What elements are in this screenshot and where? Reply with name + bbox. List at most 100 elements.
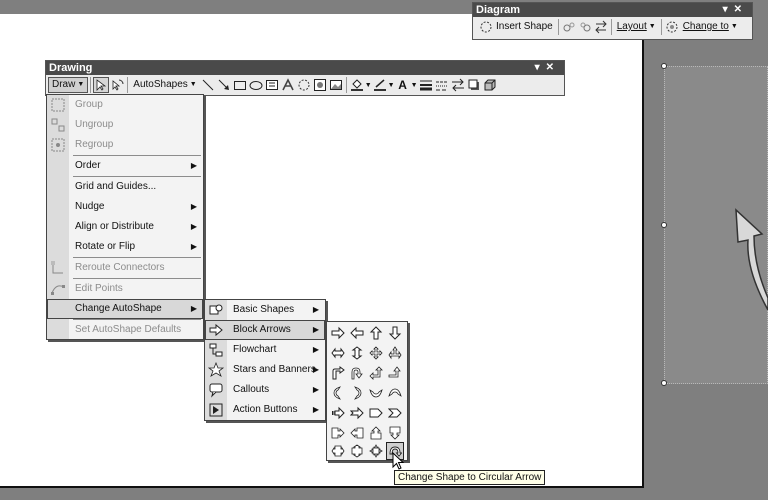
menu-item-change-autoshape[interactable]: Change AutoShape ▶ [47, 299, 203, 319]
menu-item-order[interactable]: Order ▶ [47, 156, 203, 176]
striped-right-arrow-icon[interactable] [329, 404, 347, 422]
curved-up-arrow-icon[interactable] [367, 384, 385, 402]
circular-arrow-shape[interactable] [718, 200, 768, 310]
submenu-arrow-icon: ▶ [190, 304, 197, 313]
menu-item-group[interactable]: Group [47, 95, 203, 115]
clipart-icon[interactable] [312, 77, 328, 93]
menu-item-label: Grid and Guides... [75, 181, 157, 192]
drawing-toolbar-title[interactable]: Drawing ▾✕ [46, 61, 564, 75]
resize-handle[interactable] [661, 380, 667, 386]
diagram-icon[interactable] [296, 77, 312, 93]
menu-item-stars-and-banners[interactable]: Stars and Banners ▶ [205, 360, 325, 380]
up-arrow-icon[interactable] [367, 324, 385, 342]
diagram-toolbar-title[interactable]: Diagram ▾✕ [473, 3, 752, 17]
pentagon-arrow-icon[interactable] [367, 404, 385, 422]
right-arrow-callout-icon[interactable] [329, 424, 347, 442]
draw-menu-button[interactable]: Draw ▼ [48, 77, 89, 93]
resize-handle[interactable] [661, 63, 667, 69]
reroute-connectors-icon [50, 260, 66, 276]
submenu-arrow-icon: ▶ [190, 202, 197, 211]
oval-icon[interactable] [248, 77, 264, 93]
submenu-arrow-icon: ▶ [190, 161, 197, 170]
down-arrow-icon[interactable] [386, 324, 404, 342]
toolbar-window-controls[interactable]: ▾✕ [723, 3, 748, 17]
notched-right-arrow-icon[interactable] [348, 404, 366, 422]
quad-arrow-icon[interactable] [367, 344, 385, 362]
dropdown-arrow-icon[interactable]: ▼ [411, 82, 418, 89]
wordart-icon[interactable] [280, 77, 296, 93]
menu-item-regroup[interactable]: Regroup [47, 135, 203, 155]
menu-item-nudge[interactable]: Nudge ▶ [47, 197, 203, 217]
shadow-icon[interactable] [466, 77, 482, 93]
menu-item-label: Ungroup [75, 119, 114, 130]
regroup-icon [50, 137, 66, 153]
reverse-diagram-icon[interactable] [593, 19, 609, 35]
curved-right-arrow-icon[interactable] [329, 384, 347, 402]
line-style-icon[interactable] [418, 77, 434, 93]
edit-points-icon [50, 281, 66, 297]
toolbar-window-controls[interactable]: ▾✕ [535, 61, 560, 75]
left-right-up-arrow-icon[interactable] [386, 344, 404, 362]
resize-handle[interactable] [661, 222, 667, 228]
menu-item-rotate-or-flip[interactable]: Rotate or Flip ▶ [47, 237, 203, 257]
down-arrow-callout-icon[interactable] [386, 424, 404, 442]
up-down-arrow-icon[interactable] [348, 344, 366, 362]
menu-item-block-arrows[interactable]: Block Arrows ▶ [205, 320, 325, 340]
autoshape-submenu: Basic Shapes ▶ Block Arrows ▶ Flowchart … [204, 299, 326, 421]
3d-style-icon[interactable] [482, 77, 498, 93]
layout-dropdown[interactable]: Layout ▼ [614, 19, 659, 35]
left-arrow-icon[interactable] [348, 324, 366, 342]
left-arrow-callout-icon[interactable] [348, 424, 366, 442]
menu-item-reroute-connectors[interactable]: Reroute Connectors [47, 258, 203, 278]
menu-item-edit-points[interactable]: Edit Points [47, 279, 203, 299]
chevron-arrow-icon[interactable] [386, 404, 404, 422]
line-icon[interactable] [200, 77, 216, 93]
menu-item-label: Edit Points [75, 283, 123, 294]
change-to-dropdown[interactable]: Change to ▼ [680, 19, 741, 35]
quad-arrow-callout-icon[interactable] [367, 442, 385, 460]
menu-item-align-or-distribute[interactable]: Align or Distribute ▶ [47, 217, 203, 237]
move-shape-forward-icon[interactable] [577, 19, 593, 35]
fill-color-icon[interactable] [349, 77, 365, 93]
layout-label: Layout [616, 21, 647, 32]
rectangle-icon[interactable] [232, 77, 248, 93]
menu-item-set-autoshape-defaults[interactable]: Set AutoShape Defaults [47, 320, 203, 340]
right-arrow-icon[interactable] [329, 324, 347, 342]
font-color-icon[interactable]: A [395, 77, 411, 93]
menu-item-label: Regroup [75, 139, 114, 150]
curved-left-arrow-icon[interactable] [348, 384, 366, 402]
dropdown-arrow-icon[interactable]: ▼ [388, 82, 395, 89]
bent-arrow-icon[interactable] [329, 364, 347, 382]
dash-style-icon[interactable] [434, 77, 450, 93]
textbox-icon[interactable] [264, 77, 280, 93]
menu-item-action-buttons[interactable]: Action Buttons ▶ [205, 400, 325, 420]
left-right-arrow-icon[interactable] [329, 344, 347, 362]
diagram-toolbar-title-text: Diagram [476, 4, 521, 16]
menu-item-ungroup[interactable]: Ungroup [47, 115, 203, 135]
left-right-arrow-callout-icon[interactable] [329, 442, 347, 460]
arrow-style-icon[interactable] [450, 77, 466, 93]
menu-item-grid-and-guides[interactable]: Grid and Guides... [47, 177, 203, 197]
draw-menu: Group Ungroup Regroup Order ▶ Grid and G… [46, 94, 204, 340]
insert-shape-label: Insert Shape [496, 21, 553, 32]
bent-up-arrow-icon[interactable] [386, 364, 404, 382]
left-up-arrow-icon[interactable] [367, 364, 385, 382]
picture-icon[interactable] [328, 77, 344, 93]
block-arrows-palette [326, 321, 408, 461]
up-down-arrow-callout-icon[interactable] [348, 442, 366, 460]
arrow-pointer-icon[interactable] [93, 77, 110, 93]
menu-item-basic-shapes[interactable]: Basic Shapes ▶ [205, 300, 325, 320]
line-color-icon[interactable] [372, 77, 388, 93]
menu-item-callouts[interactable]: Callouts ▶ [205, 380, 325, 400]
up-arrow-callout-icon[interactable] [367, 424, 385, 442]
dropdown-arrow-icon[interactable]: ▼ [365, 82, 372, 89]
autoshapes-menu-button[interactable]: AutoShapes ▼ [130, 77, 199, 93]
curved-down-arrow-icon[interactable] [386, 384, 404, 402]
menu-item-flowchart[interactable]: Flowchart ▶ [205, 340, 325, 360]
move-shape-backward-icon[interactable] [561, 19, 577, 35]
autoformat-icon[interactable] [664, 19, 680, 35]
insert-shape-button[interactable]: Insert Shape [475, 19, 556, 35]
arrow-line-icon[interactable] [216, 77, 232, 93]
free-rotate-icon[interactable] [109, 77, 125, 93]
u-turn-arrow-icon[interactable] [348, 364, 366, 382]
